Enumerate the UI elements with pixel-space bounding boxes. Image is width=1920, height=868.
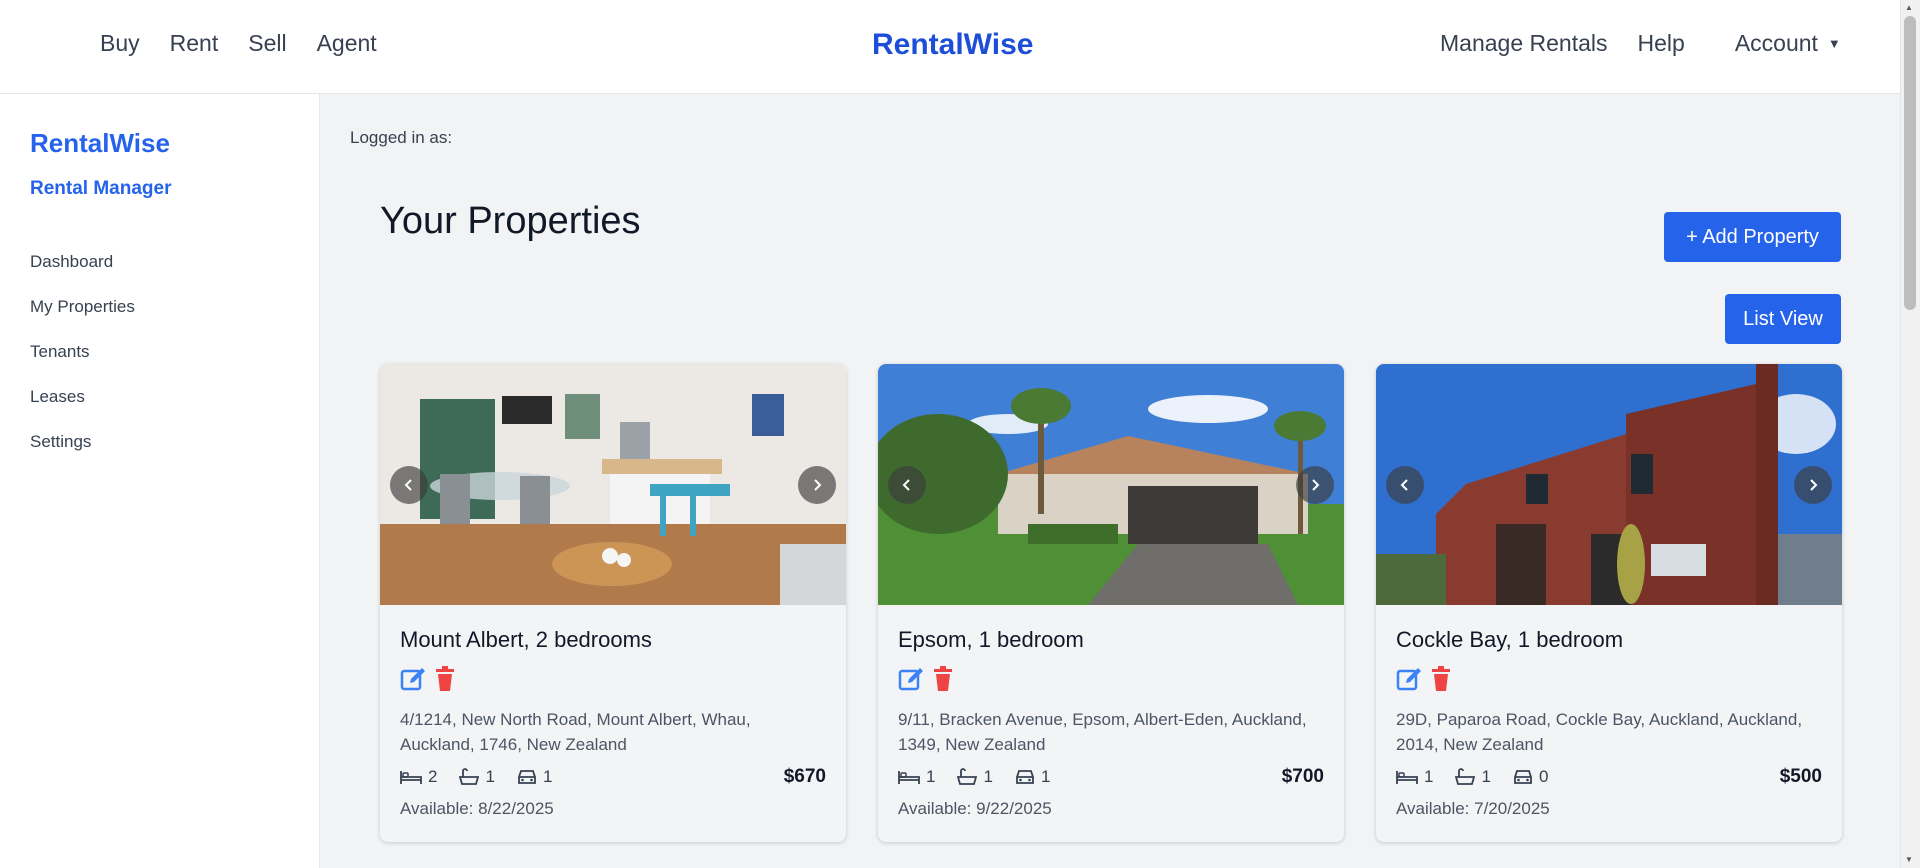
interior-kitchen-photo [380,364,846,605]
bathroom-count: 1 [1455,767,1491,787]
car-icon [1016,770,1034,784]
bath-icon [1455,768,1476,785]
property-address: 9/11, Bracken Avenue, Epsom, Albert-Eden… [898,710,1307,754]
property-card[interactable]: Cockle Bay, 1 bedroom 29D, Paparoa Road,… [1376,364,1842,842]
sidebar-item-settings[interactable]: Settings [30,432,135,477]
sidebar-brand[interactable]: RentalWise [30,128,170,159]
bedroom-count: 1 [1396,767,1433,787]
sidebar-subtitle: Rental Manager [30,178,172,199]
property-photo-carousel [1376,364,1842,605]
property-address: 4/1214, New North Road, Mount Albert, Wh… [400,710,751,754]
property-features: 1 1 0 $500 [1396,765,1822,789]
property-card[interactable]: Epsom, 1 bedroom 9/11, Bracken Avenue, E… [878,364,1344,842]
logged-in-label: Logged in as: [350,128,453,147]
sidebar-item-tenants[interactable]: Tenants [30,342,135,387]
property-address: 29D, Paparoa Road, Cockle Bay, Auckland,… [1396,710,1803,754]
carousel-prev-button[interactable] [1386,466,1424,504]
scroll-down-icon[interactable]: ▼ [1905,855,1913,864]
trash-icon[interactable] [932,665,954,695]
availability-date: Available: 7/20/2025 [1396,799,1550,818]
carousel-prev-button[interactable] [888,466,926,504]
property-price: $500 [1779,766,1822,787]
property-card[interactable]: Mount Albert, 2 bedrooms 4/1214, New Nor… [380,364,846,842]
bed-icon [1396,771,1418,784]
property-photo-carousel [380,364,846,605]
primary-nav: Buy Rent Sell Agent [100,30,407,57]
bathroom-count: 1 [957,767,993,787]
secondary-nav: Manage Rentals Help Account ▼ [1440,30,1841,57]
car-icon [518,770,536,784]
property-title[interactable]: Epsom, 1 bedroom [898,627,1324,657]
carousel-next-button[interactable] [1296,466,1334,504]
trash-icon[interactable] [1430,665,1452,695]
page-title: Your Properties [380,200,641,242]
car-icon [1514,770,1532,784]
scrollbar-thumb[interactable] [1904,16,1916,310]
nav-manage-rentals-link[interactable]: Manage Rentals [1440,30,1608,57]
property-features: 2 1 1 $670 [400,765,826,789]
scroll-up-icon[interactable]: ▲ [1905,3,1913,12]
carousel-next-button[interactable] [798,466,836,504]
sidebar-item-dashboard[interactable]: Dashboard [30,252,135,297]
bedroom-count: 2 [400,767,437,787]
list-view-button[interactable]: List View [1725,294,1841,344]
top-navbar: Buy Rent Sell Agent RentalWise Manage Re… [0,0,1900,94]
property-photo-carousel [878,364,1344,605]
nav-buy-link[interactable]: Buy [100,30,140,57]
sidebar: RentalWise Rental Manager Dashboard My P… [0,94,320,868]
carousel-prev-button[interactable] [390,466,428,504]
parking-count: 1 [1015,767,1050,787]
chevron-right-icon [1312,479,1320,491]
bath-icon [459,768,480,785]
property-title[interactable]: Mount Albert, 2 bedrooms [400,627,826,657]
chevron-left-icon [1400,479,1408,491]
bed-icon [898,771,920,784]
carousel-next-button[interactable] [1794,466,1832,504]
property-features: 1 1 1 $700 [898,765,1324,789]
chevron-left-icon [404,479,412,491]
account-menu[interactable]: Account ▼ [1735,30,1841,57]
sidebar-item-my-properties[interactable]: My Properties [30,297,135,342]
add-property-button[interactable]: + Add Property [1664,212,1841,262]
brand-logo[interactable]: RentalWise [872,28,1033,62]
nav-agent-link[interactable]: Agent [317,30,377,57]
property-card-grid: Mount Albert, 2 bedrooms 4/1214, New Nor… [380,364,1842,842]
nav-help-link[interactable]: Help [1638,30,1685,57]
brick-townhouse-photo [1376,364,1842,605]
bathroom-count: 1 [459,767,495,787]
house-with-garage-photo [878,364,1344,605]
account-label: Account [1734,30,1818,56]
property-title[interactable]: Cockle Bay, 1 bedroom [1396,627,1822,657]
bed-icon [400,771,422,784]
nav-sell-link[interactable]: Sell [248,30,286,57]
property-price: $700 [1281,766,1324,787]
chevron-right-icon [814,479,822,491]
availability-date: Available: 8/22/2025 [400,799,554,818]
sidebar-menu: Dashboard My Properties Tenants Leases S… [30,252,135,477]
chevron-left-icon [902,479,910,491]
trash-icon[interactable] [434,665,456,695]
chevron-right-icon [1810,479,1818,491]
caret-down-icon: ▼ [1827,36,1841,51]
edit-icon[interactable] [400,665,428,695]
parking-count: 1 [517,767,552,787]
sidebar-item-leases[interactable]: Leases [30,387,135,432]
availability-date: Available: 9/22/2025 [898,799,1052,818]
parking-count: 0 [1513,767,1548,787]
nav-rent-link[interactable]: Rent [170,30,219,57]
bedroom-count: 1 [898,767,935,787]
edit-icon[interactable] [898,665,926,695]
property-price: $670 [783,766,826,787]
bath-icon [957,768,978,785]
edit-icon[interactable] [1396,665,1424,695]
